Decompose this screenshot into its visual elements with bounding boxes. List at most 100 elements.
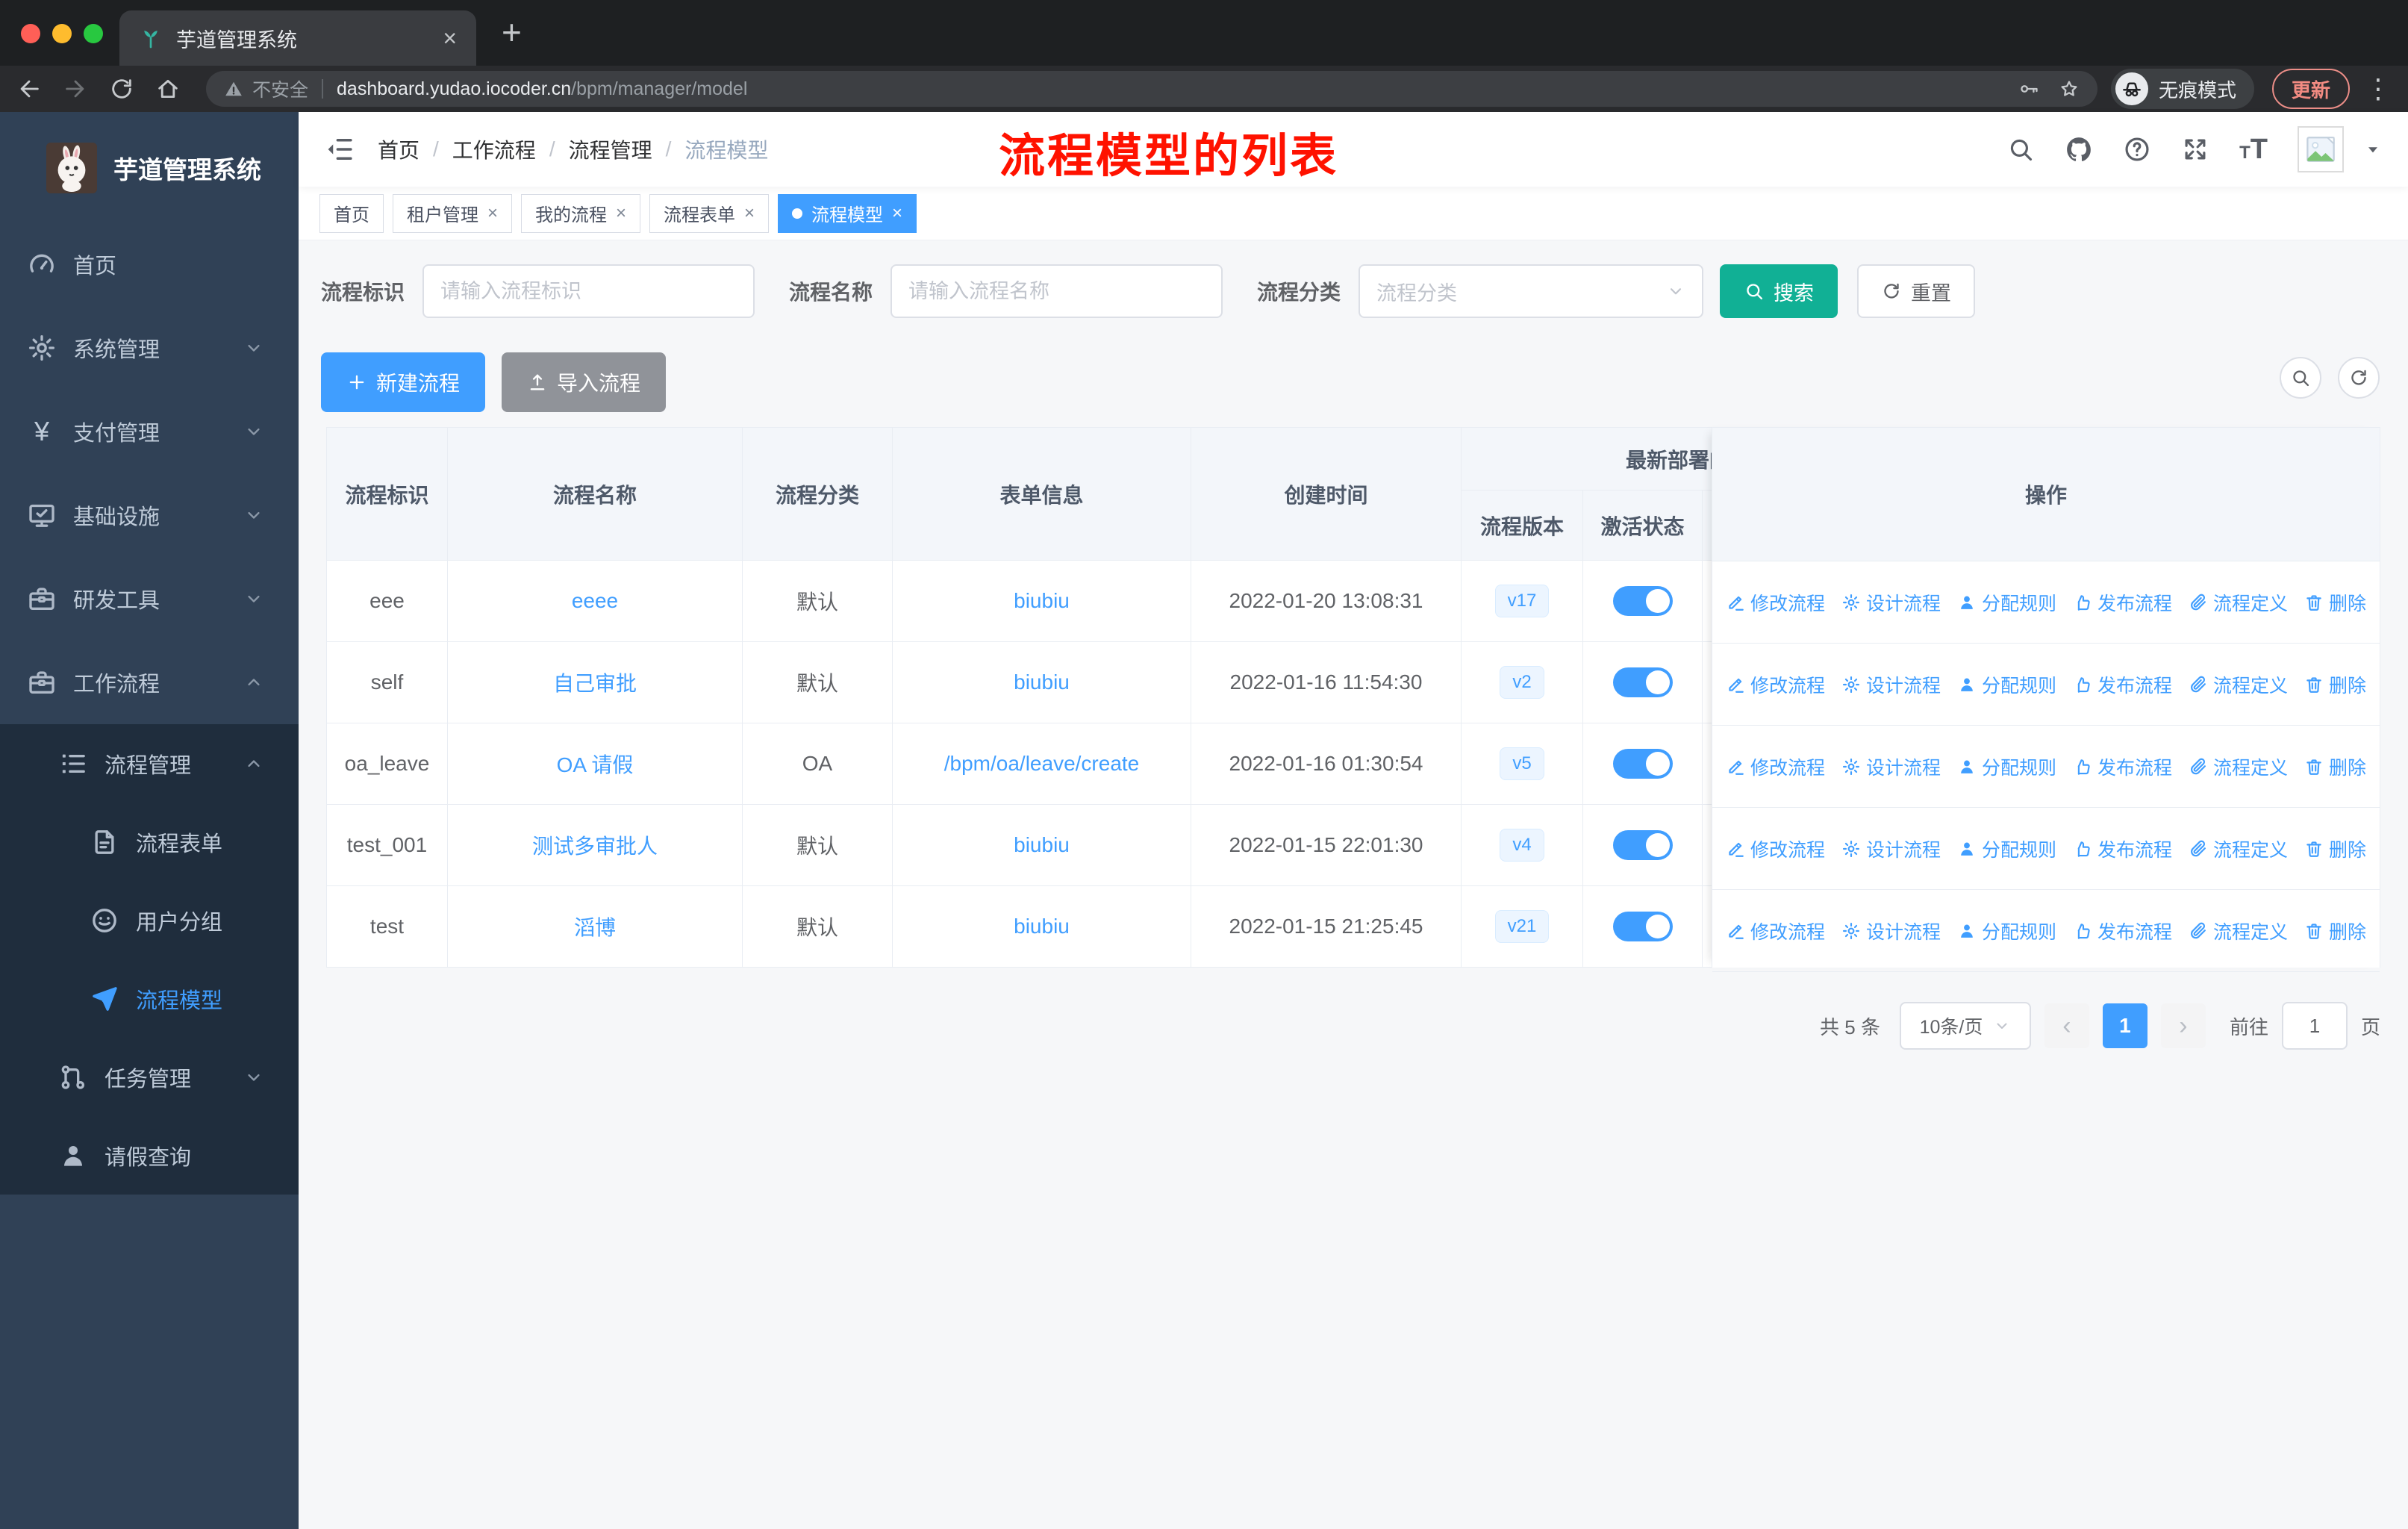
forward-icon[interactable] — [63, 76, 88, 102]
action-design-process[interactable]: 设计流程 — [1841, 589, 1941, 616]
page-size-select[interactable]: 10条/页 — [1899, 1002, 2031, 1050]
action-design-process[interactable]: 设计流程 — [1841, 671, 1941, 698]
browser-menu-icon[interactable]: ⋮ — [2365, 73, 2392, 105]
tab-close-icon[interactable]: × — [443, 26, 457, 50]
process-name-link[interactable]: 测试多审批人 — [532, 835, 658, 858]
sidebar-item-user-group[interactable]: 用户分组 — [0, 881, 299, 959]
action-design-process[interactable]: 设计流程 — [1841, 918, 1941, 944]
action-process-definition[interactable]: 流程定义 — [2189, 835, 2288, 862]
tag-close-icon[interactable]: × — [744, 204, 755, 222]
action-process-definition[interactable]: 流程定义 — [2189, 918, 2288, 944]
active-toggle[interactable] — [1612, 912, 1673, 941]
tag-home[interactable]: 首页 — [319, 193, 384, 233]
process-name-link[interactable]: OA 请假 — [557, 753, 634, 776]
home-icon[interactable] — [155, 76, 181, 102]
process-name-input[interactable] — [890, 264, 1223, 318]
sidebar-fold-icon[interactable] — [324, 134, 355, 165]
action-publish-process[interactable]: 发布流程 — [2073, 753, 2172, 780]
goto-page-input[interactable] — [2281, 1002, 2348, 1050]
action-assign-rule[interactable]: 分配规则 — [1957, 671, 2056, 698]
sidebar-item-process-mgmt[interactable]: 流程管理 — [0, 724, 299, 803]
reset-button[interactable]: 重置 — [1857, 264, 1976, 318]
category-select[interactable]: 流程分类 — [1359, 264, 1704, 318]
tag-my-process[interactable]: 我的流程 × — [521, 193, 641, 233]
action-assign-rule[interactable]: 分配规则 — [1957, 835, 2056, 862]
form-info-link[interactable]: /bpm/oa/leave/create — [944, 752, 1140, 775]
sidebar-item-task-mgmt[interactable]: 任务管理 — [0, 1038, 299, 1116]
avatar[interactable] — [2298, 126, 2344, 172]
action-delete[interactable]: 删除 — [2304, 835, 2366, 862]
action-edit-process[interactable]: 修改流程 — [1726, 671, 1825, 698]
sidebar-item-system[interactable]: 系统管理 — [0, 306, 299, 390]
help-icon[interactable] — [2123, 135, 2151, 164]
sidebar-item-home[interactable]: 首页 — [0, 222, 299, 306]
new-tab-button[interactable]: + — [502, 15, 522, 49]
tag-close-icon[interactable]: × — [487, 204, 498, 222]
action-delete[interactable]: 删除 — [2304, 589, 2366, 616]
action-delete[interactable]: 删除 — [2304, 671, 2366, 698]
tag-close-icon[interactable]: × — [892, 204, 902, 222]
app-logo[interactable]: 芋道管理系统 — [0, 112, 299, 196]
bookmark-star-icon[interactable] — [2059, 78, 2080, 99]
breadcrumb-item[interactable]: 流程管理 — [569, 134, 652, 164]
zoom-window-button[interactable] — [84, 24, 103, 43]
sidebar-item-leave-query[interactable]: 请假查询 — [0, 1116, 299, 1195]
sidebar-item-devtools[interactable]: 研发工具 — [0, 557, 299, 641]
action-edit-process[interactable]: 修改流程 — [1726, 835, 1825, 862]
form-info-link[interactable]: biubiu — [1014, 833, 1070, 856]
action-process-definition[interactable]: 流程定义 — [2189, 589, 2288, 616]
active-toggle[interactable] — [1612, 749, 1673, 779]
active-toggle[interactable] — [1612, 667, 1673, 697]
sidebar-item-workflow[interactable]: 工作流程 — [0, 641, 299, 724]
action-edit-process[interactable]: 修改流程 — [1726, 918, 1825, 944]
tag-process-form[interactable]: 流程表单 × — [649, 193, 770, 233]
import-process-button[interactable]: 导入流程 — [502, 352, 667, 412]
process-name-link[interactable]: eeee — [572, 589, 618, 612]
action-publish-process[interactable]: 发布流程 — [2073, 671, 2172, 698]
tag-close-icon[interactable]: × — [616, 204, 626, 222]
process-name-link[interactable]: 滔博 — [574, 916, 616, 939]
fontsize-icon[interactable]: TT — [2239, 134, 2268, 166]
action-edit-process[interactable]: 修改流程 — [1726, 753, 1825, 780]
minimize-window-button[interactable] — [52, 24, 72, 43]
action-edit-process[interactable]: 修改流程 — [1726, 589, 1825, 616]
action-design-process[interactable]: 设计流程 — [1841, 753, 1941, 780]
breadcrumb-item[interactable]: 流程模型 — [684, 134, 768, 164]
sidebar-item-process-model[interactable]: 流程模型 — [0, 959, 299, 1038]
sidebar-item-infra[interactable]: 基础设施 — [0, 473, 299, 557]
avatar-caret-icon[interactable] — [2363, 140, 2383, 159]
action-publish-process[interactable]: 发布流程 — [2073, 918, 2172, 944]
github-icon[interactable] — [2065, 135, 2093, 164]
search-button[interactable]: 搜索 — [1720, 264, 1838, 318]
action-assign-rule[interactable]: 分配规则 — [1957, 918, 2056, 944]
current-page-button[interactable]: 1 — [2102, 1003, 2147, 1048]
browser-tab[interactable]: 芋道管理系统 × — [119, 10, 476, 66]
form-info-link[interactable]: biubiu — [1014, 915, 1070, 938]
prev-page-button[interactable]: ‹ — [2044, 1003, 2089, 1048]
fullscreen-icon[interactable] — [2181, 135, 2209, 164]
action-assign-rule[interactable]: 分配规则 — [1957, 753, 2056, 780]
form-info-link[interactable]: biubiu — [1014, 589, 1070, 612]
sidebar-item-payment[interactable]: ¥ 支付管理 — [0, 390, 299, 473]
password-key-icon[interactable] — [2018, 78, 2039, 99]
breadcrumb-item[interactable]: 工作流程 — [452, 134, 536, 164]
action-process-definition[interactable]: 流程定义 — [2189, 753, 2288, 780]
process-key-input[interactable] — [422, 264, 755, 318]
toggle-search-button[interactable] — [2280, 357, 2321, 399]
action-process-definition[interactable]: 流程定义 — [2189, 671, 2288, 698]
form-info-link[interactable]: biubiu — [1014, 670, 1070, 694]
next-page-button[interactable]: › — [2160, 1003, 2206, 1048]
action-publish-process[interactable]: 发布流程 — [2073, 835, 2172, 862]
create-process-button[interactable]: 新建流程 — [321, 352, 486, 412]
action-publish-process[interactable]: 发布流程 — [2073, 589, 2172, 616]
breadcrumb-item[interactable]: 首页 — [378, 134, 419, 164]
search-icon[interactable] — [2006, 135, 2035, 164]
action-design-process[interactable]: 设计流程 — [1841, 835, 1941, 862]
back-icon[interactable] — [16, 76, 42, 102]
reload-icon[interactable] — [109, 76, 134, 102]
action-delete[interactable]: 删除 — [2304, 753, 2366, 780]
sidebar-item-process-form[interactable]: 流程表单 — [0, 803, 299, 881]
url-bar[interactable]: 不安全 dashboard.yudao.iocoder.cn /bpm/mana… — [206, 71, 2097, 107]
active-toggle[interactable] — [1612, 830, 1673, 860]
tag-tenant[interactable]: 租户管理 × — [393, 193, 513, 233]
